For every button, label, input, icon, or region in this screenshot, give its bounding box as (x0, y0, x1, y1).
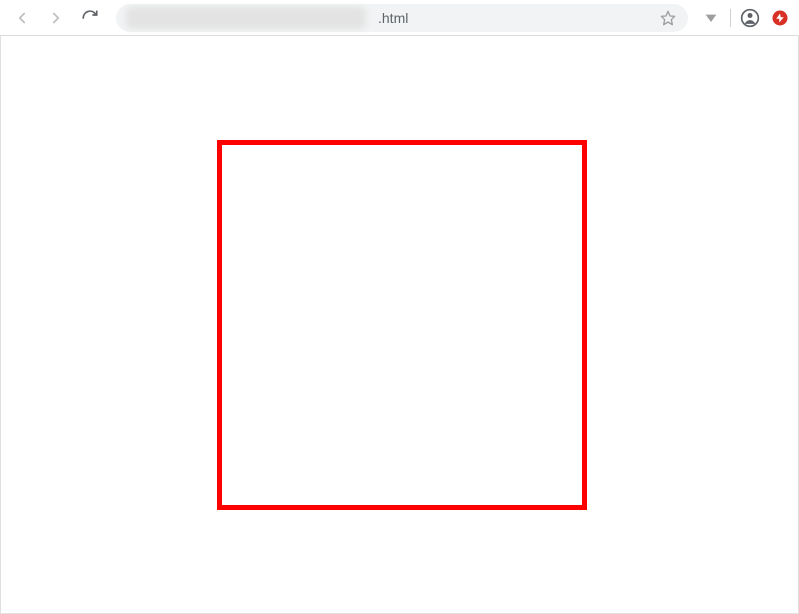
toolbar-right-icons (700, 7, 791, 29)
account-icon[interactable] (739, 7, 761, 29)
arrow-left-icon (11, 7, 33, 29)
bookmark-star-icon[interactable] (660, 10, 676, 26)
update-badge-icon[interactable] (769, 7, 791, 29)
address-bar[interactable]: .html (116, 4, 688, 32)
browser-toolbar: .html (0, 0, 799, 36)
reload-icon (79, 7, 101, 29)
blurred-url-segment (126, 7, 366, 29)
page-content (0, 36, 799, 614)
extension-triangle-icon[interactable] (700, 7, 722, 29)
forward-button[interactable] (42, 4, 70, 32)
back-button[interactable] (8, 4, 36, 32)
url-visible-text: .html (378, 10, 408, 26)
toolbar-divider (730, 9, 731, 27)
reload-button[interactable] (76, 4, 104, 32)
red-outlined-box (217, 140, 587, 510)
arrow-right-icon (45, 7, 67, 29)
